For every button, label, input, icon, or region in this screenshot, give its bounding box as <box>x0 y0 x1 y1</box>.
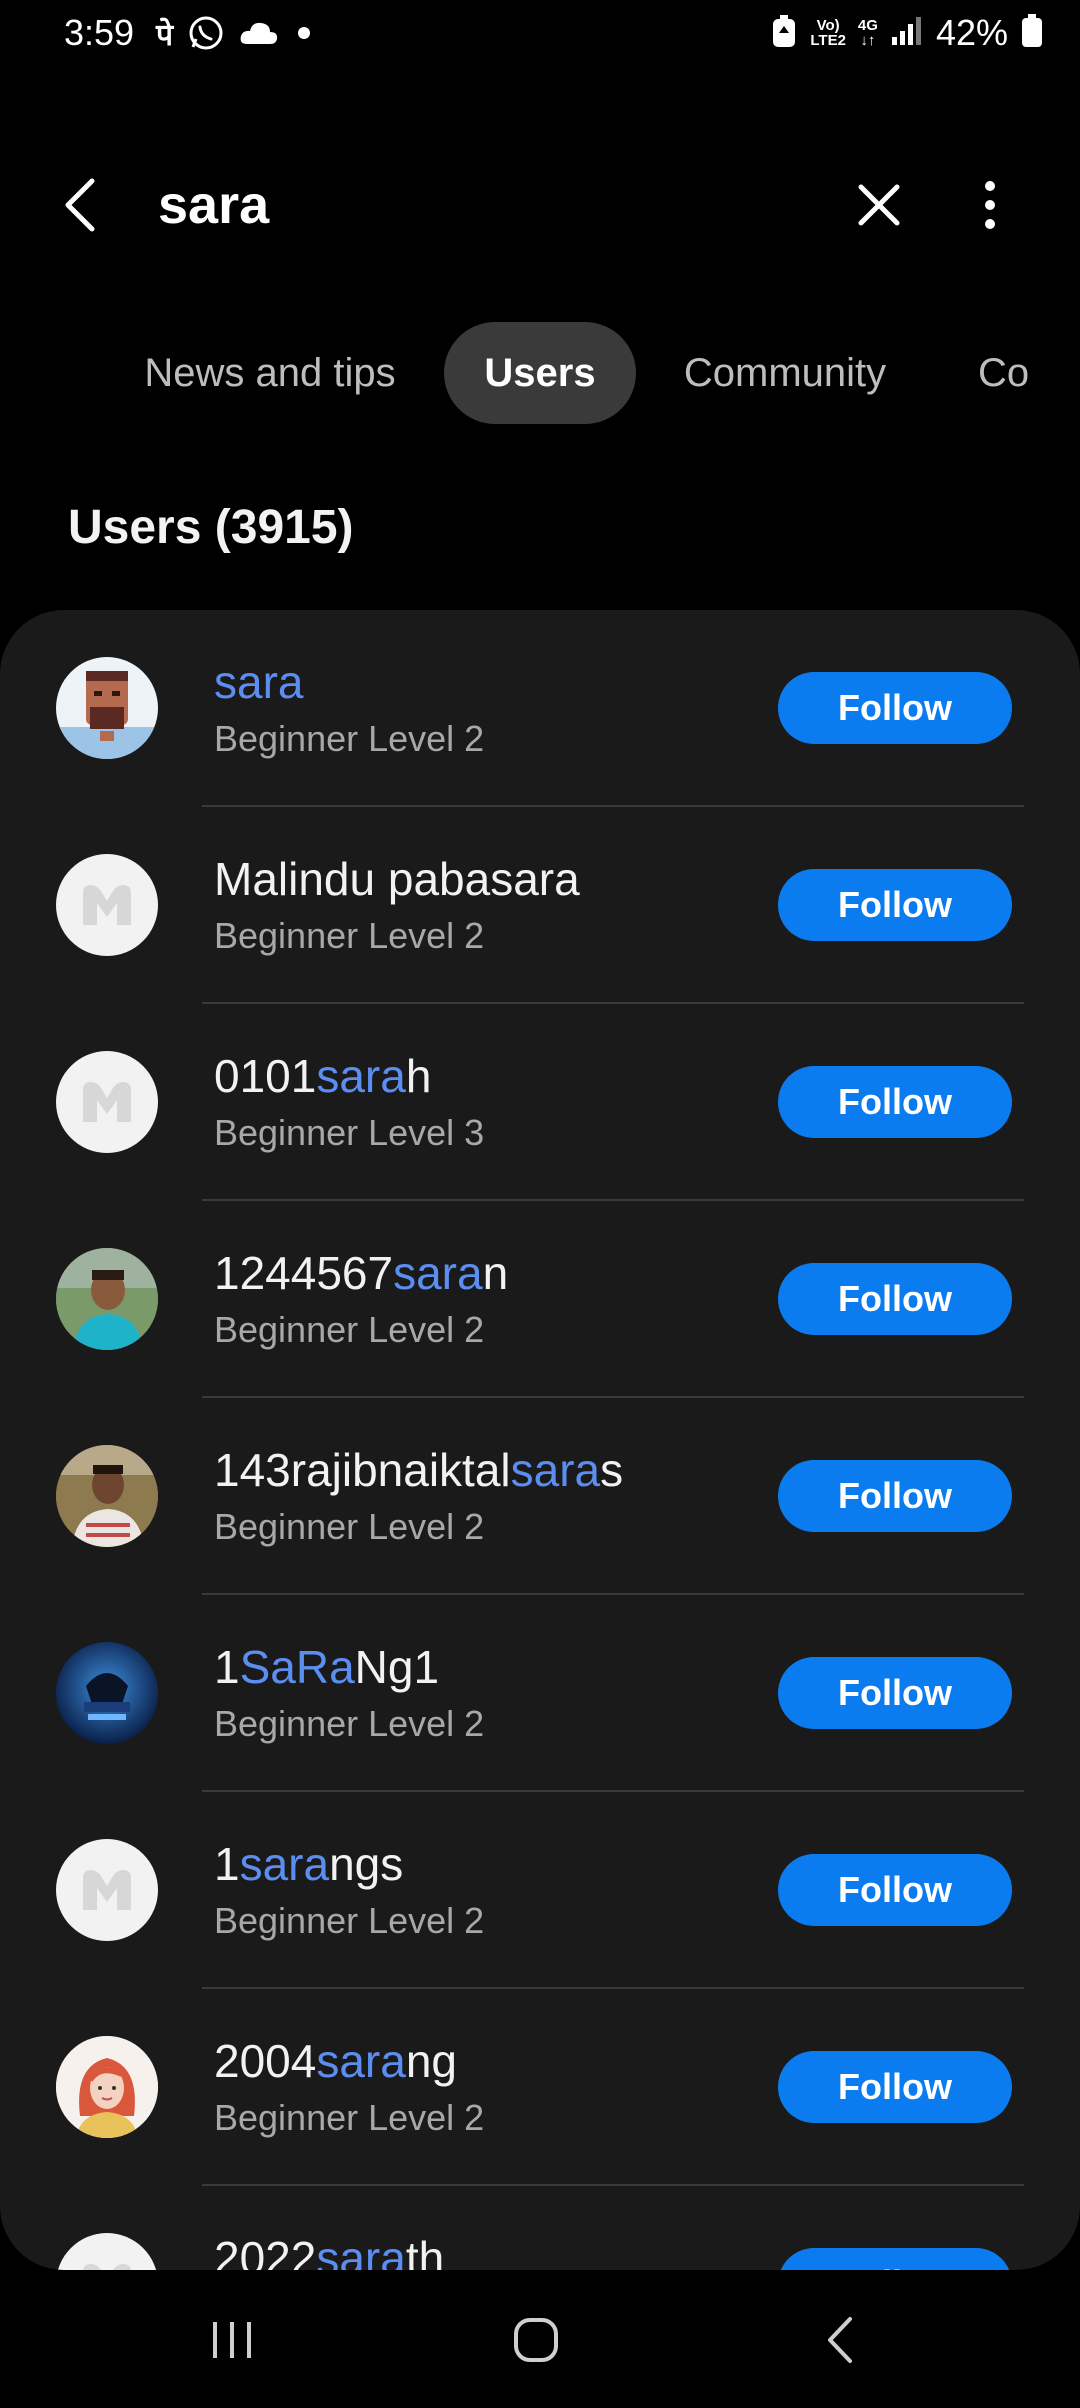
user-row[interactable]: Malindu pabasara Beginner Level 2 Follow <box>0 807 1080 1004</box>
data-type-label: 4G <box>857 17 878 34</box>
user-row[interactable]: 143rajibnaiktalsaras Beginner Level 2 Fo… <box>0 1398 1080 1595</box>
user-row[interactable]: 1sarangs Beginner Level 2 Follow <box>0 1792 1080 1989</box>
tab-community[interactable]: Community <box>660 322 910 424</box>
home-button[interactable] <box>476 2298 596 2382</box>
home-icon <box>514 2318 558 2362</box>
follow-button[interactable]: Follow <box>778 1657 1012 1729</box>
user-row[interactable]: 1SaRaNg1 Beginner Level 2 Follow <box>0 1595 1080 1792</box>
tab-co[interactable]: Co <box>970 322 1080 424</box>
user-name: 1SaRaNg1 <box>214 1641 440 1693</box>
user-level: Beginner Level 2 <box>214 1309 485 1350</box>
user-row[interactable]: 2004sarang Beginner Level 2 Follow <box>0 1989 1080 2186</box>
battery-saver-icon <box>770 13 798 54</box>
follow-button[interactable]: Follow <box>778 869 1012 941</box>
user-name: Malindu pabasara <box>214 853 580 905</box>
pixel-man-avatar[interactable] <box>56 657 158 759</box>
user-name: 2022sarath <box>214 2232 445 2270</box>
clear-search-button[interactable] <box>846 172 912 238</box>
user-row[interactable]: sara Beginner Level 2 Follow <box>0 610 1080 807</box>
navigation-bar <box>0 2272 1080 2408</box>
network-type: Vo) LTE2 <box>810 18 846 48</box>
default-m-avatar[interactable] <box>56 2233 158 2270</box>
user-level: Beginner Level 3 <box>214 1112 485 1153</box>
close-icon <box>858 184 900 226</box>
phonepe-icon: पे <box>156 18 174 52</box>
follow-button[interactable]: Follow <box>778 672 1012 744</box>
user-level: Beginner Level 2 <box>214 1703 485 1744</box>
default-m-avatar[interactable] <box>56 1839 158 1941</box>
tab-users[interactable]: Users <box>444 322 636 424</box>
data-arrows-icon: ↓↑ <box>860 32 876 49</box>
default-m-avatar[interactable] <box>56 1051 158 1153</box>
search-query[interactable]: sara <box>158 172 269 238</box>
follow-button[interactable]: Follow <box>778 2051 1012 2123</box>
user-row[interactable]: 1244567saran Beginner Level 2 Follow <box>0 1201 1080 1398</box>
screen: 3:59 पे Vo) LTE2 4G ↓↑ 42% sara News and… <box>0 0 1080 2408</box>
recent-apps-icon <box>213 2322 251 2358</box>
search-header: sara <box>0 150 1080 260</box>
dot-icon <box>293 22 315 49</box>
user-level: Beginner Level 2 <box>214 1900 485 1941</box>
users-count-heading: Users (3915) <box>68 501 354 554</box>
user-level: Beginner Level 2 <box>214 1506 485 1547</box>
user-name: sara <box>214 656 304 708</box>
user-name: 1sarangs <box>214 1838 404 1890</box>
user-name: 2004sarang <box>214 2035 457 2087</box>
illustrated-woman-avatar[interactable] <box>56 2036 158 2138</box>
tab-news-and-tips[interactable]: News and tips <box>110 322 430 424</box>
gaming-logo-avatar[interactable] <box>56 1642 158 1744</box>
users-list: sara Beginner Level 2 Follow Malindu pab… <box>0 610 1080 2270</box>
whatsapp-icon <box>187 14 225 57</box>
user-name: 0101sarah <box>214 1050 432 1102</box>
follow-button[interactable]: Follow <box>778 1854 1012 1926</box>
default-m-avatar[interactable] <box>56 854 158 956</box>
more-options-button[interactable] <box>960 172 1020 238</box>
category-tabs: News and tips Users Community Co <box>0 322 1080 426</box>
user-row[interactable]: 2022sarath Follow <box>0 2186 1080 2270</box>
user-level: Beginner Level 2 <box>214 915 485 956</box>
lte-label: LTE2 <box>810 32 846 49</box>
back-button[interactable] <box>50 172 110 238</box>
user-name: 1244567saran <box>214 1247 509 1299</box>
user-name: 143rajibnaiktalsaras <box>214 1444 624 1496</box>
follow-button[interactable]: Follow <box>778 1066 1012 1138</box>
recent-apps-button[interactable] <box>172 2298 292 2382</box>
status-left-icons: पे <box>156 14 315 57</box>
battery-percent: 42% <box>935 12 1008 53</box>
user-level: Beginner Level 2 <box>214 2097 485 2138</box>
volte-label: Vo) <box>816 17 840 34</box>
signal-icon <box>890 15 924 52</box>
nav-back-button[interactable] <box>780 2298 900 2382</box>
status-bar: 3:59 पे Vo) LTE2 4G ↓↑ 42% <box>0 0 1080 70</box>
user-level: Beginner Level 2 <box>214 718 485 759</box>
follow-button[interactable]: Follow <box>778 1263 1012 1335</box>
cloud-icon <box>239 18 279 53</box>
follow-button[interactable]: Follow <box>778 2248 1012 2270</box>
back-icon <box>828 2317 852 2363</box>
status-right: Vo) LTE2 4G ↓↑ 42% <box>770 12 1044 54</box>
follow-button[interactable]: Follow <box>778 1460 1012 1532</box>
battery-icon <box>1020 13 1044 54</box>
data-type: 4G ↓↑ <box>858 18 878 48</box>
photo-avatar[interactable] <box>56 1445 158 1547</box>
chevron-left-icon <box>65 178 95 232</box>
status-time: 3:59 <box>64 12 135 53</box>
more-vertical-icon <box>985 181 995 229</box>
photo-avatar[interactable] <box>56 1248 158 1350</box>
user-row[interactable]: 0101sarah Beginner Level 3 Follow <box>0 1004 1080 1201</box>
